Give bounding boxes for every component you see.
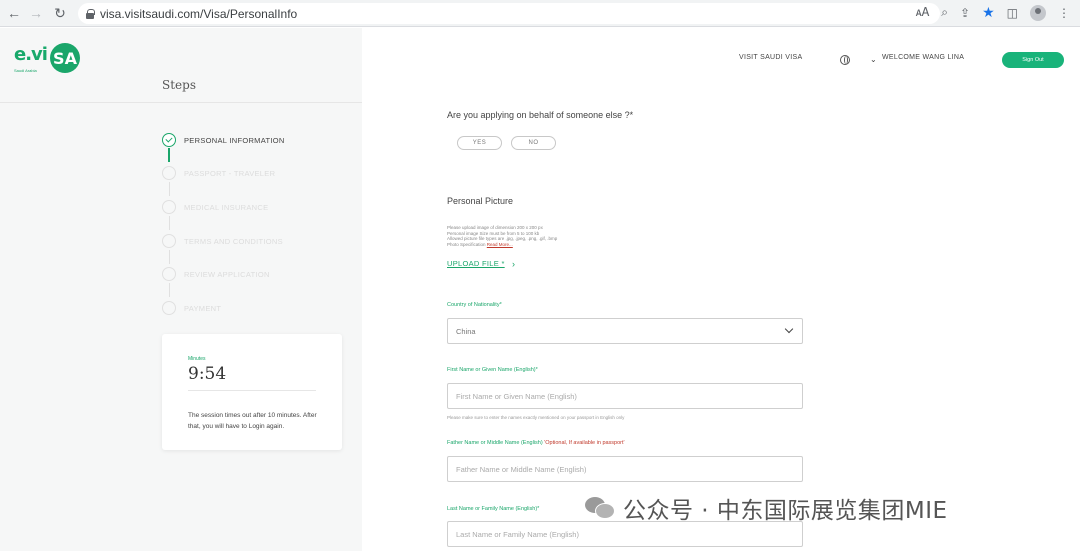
first-name-label: First Name or Given Name (English)*	[447, 367, 538, 373]
logo-text: e.vi	[14, 44, 48, 65]
steps-title: Steps	[162, 78, 196, 92]
last-name-label: Last Name or Family Name (English)*	[447, 506, 540, 512]
step-label: MEDICAL INSURANCE	[184, 202, 269, 212]
step-label: PERSONAL INFORMATION	[184, 135, 285, 145]
step-connector	[169, 250, 170, 264]
behalf-question: Are you applying on behalf of someone el…	[447, 110, 634, 120]
url-text: visa.visitsaudi.com/Visa/PersonalInfo	[100, 6, 298, 21]
timer-value: 9:54	[188, 364, 227, 384]
lock-icon[interactable]	[86, 8, 95, 19]
reload-icon[interactable]: ↻	[49, 2, 71, 24]
step-circle-icon	[162, 234, 176, 248]
timer-message: The session times out after 10 minutes. …	[188, 412, 317, 430]
read-more-link[interactable]: Read More...	[487, 242, 513, 247]
step-terms-and-conditions[interactable]: TERMS AND CONDITIONS	[162, 233, 283, 249]
evisa-logo[interactable]: e.vi SA Saudi Arabia	[14, 43, 80, 74]
menu-icon[interactable]: ⋮	[1058, 6, 1070, 20]
nationality-select[interactable]: China	[447, 318, 803, 344]
step-label: PAYMENT	[184, 303, 222, 313]
timer-label: Minutes	[188, 356, 206, 362]
visit-saudi-visa-link[interactable]: VISIT SAUDI VISA	[739, 54, 802, 61]
step-connector	[169, 283, 170, 297]
step-payment[interactable]: PAYMENT	[162, 300, 221, 316]
share-icon[interactable]: ⇪	[960, 6, 970, 20]
logo-tagline: Saudi Arabia	[14, 68, 37, 73]
step-connector	[169, 182, 170, 196]
address-bar[interactable]: visa.visitsaudi.com/Visa/PersonalInfo	[78, 3, 940, 24]
name-helper-text: Please make sure to enter the names exac…	[447, 415, 625, 420]
divider	[0, 102, 362, 103]
back-icon[interactable]: ←	[3, 2, 25, 24]
father-name-label: Father Name or Middle Name (English) 'Op…	[447, 440, 625, 446]
father-name-label-text: Father Name or Middle Name (English)	[447, 440, 543, 446]
chevron-right-icon[interactable]: ›	[512, 259, 515, 269]
browser-toolbar: ← → ↻ visa.visitsaudi.com/Visa/PersonalI…	[0, 0, 1080, 27]
session-timer-card: Minutes 9:54 The session times out after…	[162, 334, 342, 450]
wechat-watermark: 公众号 · 中东国际展览集团MIE	[583, 488, 948, 528]
step-connector	[169, 216, 170, 230]
step-circle-icon	[162, 200, 176, 214]
nationality-label: Country of Nationality*	[447, 302, 502, 308]
check-icon	[162, 133, 176, 147]
profile-icon[interactable]	[1030, 4, 1046, 21]
sign-out-button[interactable]: Sign Out	[1002, 52, 1064, 68]
browser-actions: 🗚 ⌕ ⇪ ★ ◫ ⋮	[916, 4, 1070, 21]
step-label: TERMS AND CONDITIONS	[184, 236, 283, 246]
optional-note: 'Optional, If available in passport'	[544, 440, 625, 446]
upload-file-link[interactable]: UPLOAD FILE *	[447, 259, 505, 268]
globe-icon[interactable]	[840, 55, 850, 65]
no-button[interactable]: NO	[511, 136, 556, 150]
yes-button[interactable]: YES	[457, 136, 502, 150]
sidebar: e.vi SA Saudi Arabia Steps PERSONAL INFO…	[0, 28, 362, 551]
welcome-user[interactable]: WELCOME WANG LINA	[882, 54, 964, 61]
father-name-input[interactable]: Father Name or Middle Name (English)	[447, 456, 803, 482]
forward-icon[interactable]: →	[25, 2, 47, 24]
watermark-text: 公众号 · 中东国际展览集团MIE	[623, 498, 948, 524]
step-passport-traveler[interactable]: PASSPORT - TRAVELER	[162, 165, 275, 181]
step-connector	[168, 148, 170, 162]
wechat-icon	[583, 493, 617, 523]
chevron-down-icon[interactable]: ⌄	[870, 55, 877, 64]
step-medical-insurance[interactable]: MEDICAL INSURANCE	[162, 199, 268, 215]
step-personal-information[interactable]: PERSONAL INFORMATION	[162, 132, 285, 148]
step-circle-icon	[162, 301, 176, 315]
star-icon[interactable]: ★	[982, 4, 995, 21]
timer-divider	[188, 390, 316, 391]
sidepanel-icon[interactable]: ◫	[1007, 6, 1018, 20]
step-label: REVIEW APPLICATION	[184, 269, 270, 279]
picture-info-line: Photo Specification	[447, 241, 486, 247]
step-circle-icon	[162, 166, 176, 180]
step-label: PASSPORT - TRAVELER	[184, 168, 276, 178]
step-review-application[interactable]: REVIEW APPLICATION	[162, 266, 270, 282]
zoom-icon[interactable]: ⌕	[941, 5, 948, 20]
picture-requirements: Please upload image of dimension 200 x 2…	[447, 225, 667, 247]
step-circle-icon	[162, 267, 176, 281]
translate-icon[interactable]: 🗚	[916, 5, 930, 20]
first-name-input[interactable]: First Name or Given Name (English)	[447, 383, 803, 409]
personal-picture-title: Personal Picture	[447, 196, 514, 206]
logo-circle: SA	[50, 43, 80, 73]
